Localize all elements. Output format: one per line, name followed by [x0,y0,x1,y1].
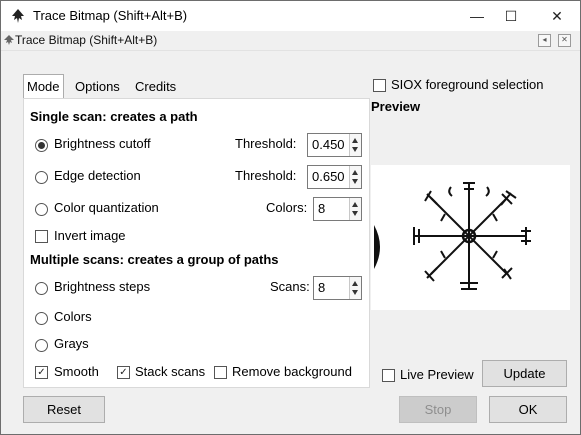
close-button[interactable]: ✕ [534,1,580,31]
siox-checkbox[interactable] [373,79,386,92]
preview-heading: Preview [371,99,421,114]
colors-spinner[interactable]: 8 [313,197,362,221]
title-bar: Trace Bitmap (Shift+Alt+B) — ☐ ✕ [1,1,580,31]
scans-value: 8 [318,280,326,295]
colors-option-label: Colors [54,309,92,324]
live-preview-checkbox[interactable] [382,369,395,382]
edge-detection-radio[interactable] [35,171,48,184]
brightness-steps-label: Brightness steps [54,279,151,294]
siox-label: SIOX foreground selection [391,77,544,92]
tab-mode-label: Mode [27,79,60,94]
window-title: Trace Bitmap (Shift+Alt+B) [33,8,188,23]
tab-options-label: Options [75,79,120,94]
ok-button[interactable]: OK [489,396,567,423]
stack-scans-checkbox[interactable]: ✓ [117,366,130,379]
edge-threshold-value: 0.650 [312,169,345,184]
single-scan-heading: Single scan: creates a path [30,109,198,124]
colors-label: Colors: [266,200,308,215]
live-preview-label: Live Preview [400,367,474,382]
tab-credits-label: Credits [135,79,177,94]
reset-button[interactable]: Reset [23,396,105,423]
smooth-label: Smooth [54,364,99,379]
grays-radio[interactable] [35,339,48,352]
maximize-button[interactable]: ☐ [488,1,534,31]
grays-label: Grays [54,336,89,351]
stack-scans-label: Stack scans [135,364,206,379]
invert-image-label: Invert image [54,228,126,243]
preview-area [371,165,570,310]
invert-image-checkbox[interactable] [35,230,48,243]
inkscape-icon [12,9,24,23]
brightness-threshold-value: 0.450 [312,137,345,152]
brightness-steps-radio[interactable] [35,282,48,295]
edge-threshold-label: Threshold: [235,168,297,183]
multiple-scans-heading: Multiple scans: creates a group of paths [30,252,279,267]
dock-header: Trace Bitmap (Shift+Alt+B) ◂ ✕ [1,31,580,51]
remove-background-label: Remove background [232,364,352,379]
color-quantization-radio[interactable] [35,203,48,216]
smooth-checkbox[interactable]: ✓ [35,366,48,379]
remove-background-checkbox[interactable] [214,366,227,379]
spinner-arrows-icon[interactable] [349,134,361,156]
dock-title: Trace Bitmap (Shift+Alt+B) [15,33,158,47]
scans-spinner[interactable]: 8 [313,276,362,300]
scans-label: Scans: [270,279,310,294]
mode-panel: Single scan: creates a path Brightness c… [23,98,370,388]
edge-detection-label: Edge detection [54,168,141,183]
brightness-threshold-spinner[interactable]: 0.450 [307,133,362,157]
edge-threshold-spinner[interactable]: 0.650 [307,165,362,189]
spinner-arrows-icon[interactable] [349,166,361,188]
tab-mode[interactable]: Mode [23,74,64,99]
inkscape-small-icon [4,35,14,45]
colors-radio[interactable] [35,312,48,325]
spinner-arrows-icon[interactable] [349,198,361,220]
dock-close-icon[interactable]: ✕ [558,34,571,47]
dock-prev-icon[interactable]: ◂ [538,34,551,47]
preview-image [374,182,531,290]
brightness-cutoff-label: Brightness cutoff [54,136,151,151]
stop-button[interactable]: Stop [399,396,477,423]
colors-value: 8 [318,201,326,216]
update-button[interactable]: Update [482,360,567,387]
trace-bitmap-window: Trace Bitmap (Shift+Alt+B) — ☐ ✕ Trace B… [0,0,581,435]
tab-credits[interactable]: Credits [132,76,179,98]
tab-options[interactable]: Options [72,76,123,98]
brightness-threshold-label: Threshold: [235,136,297,151]
color-quantization-label: Color quantization [54,200,159,215]
spinner-arrows-icon[interactable] [349,277,361,299]
brightness-cutoff-radio[interactable] [35,139,48,152]
